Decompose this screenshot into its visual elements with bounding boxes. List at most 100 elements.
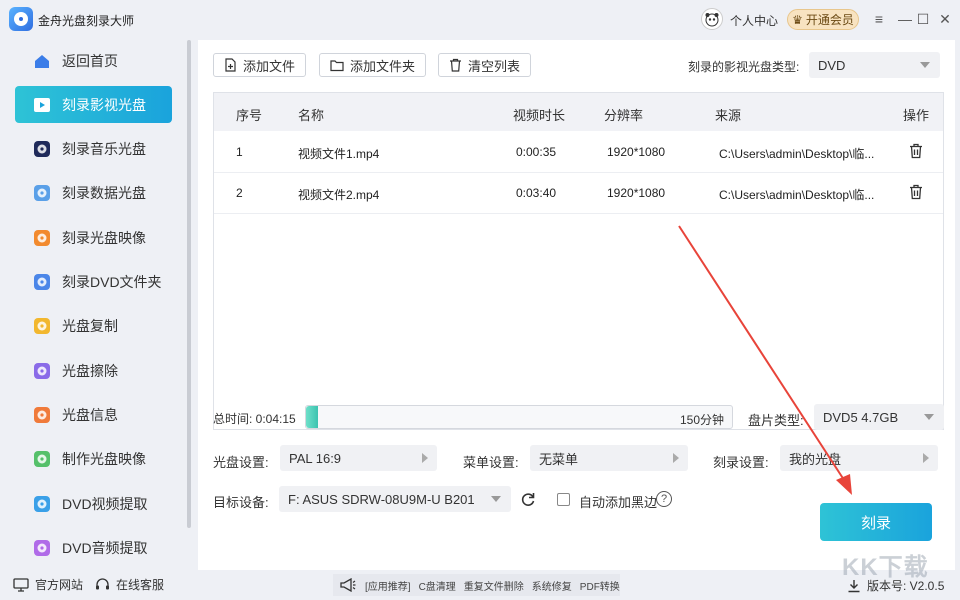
burn-settings-label: 刻录设置: <box>713 455 769 470</box>
menu-icon[interactable]: ≡ <box>869 9 889 29</box>
total-time: 总时间: 0:04:15 <box>213 412 296 426</box>
menu-settings-select[interactable]: 无菜单 <box>530 445 688 471</box>
sidebar-item-label: 刻录影视光盘 <box>62 96 146 113</box>
chevron-right-icon <box>422 453 428 463</box>
target-device-value: F: ASUS SDRW-08U9M-U B201 <box>288 491 475 507</box>
cell-name: 视频文件2.mp4 <box>298 188 380 202</box>
sidebar-item-make-image[interactable]: 制作光盘映像 <box>15 441 172 478</box>
sidebar-item-label: 返回首页 <box>62 52 118 69</box>
promo-bar: [应用推荐] C盘清理 重复文件删除 系统修复 PDF转换 <box>333 574 620 596</box>
disc-settings-value: PAL 16:9 <box>289 450 342 466</box>
burn-button[interactable]: 刻录 <box>820 503 932 541</box>
burn-settings-select[interactable]: 我的光盘 <box>780 445 938 471</box>
sidebar-item-dvd-video-extract[interactable]: DVD视频提取 <box>15 485 172 522</box>
menu-settings-label: 菜单设置: <box>463 455 519 470</box>
disc-media-select[interactable]: DVD5 4.7GB <box>814 404 944 430</box>
sidebar-item-disc-info[interactable]: 光盘信息 <box>15 396 172 433</box>
target-device-select[interactable]: F: ASUS SDRW-08U9M-U B201 <box>279 486 511 512</box>
table-header: 序号 名称 视频时长 分辨率 来源 操作 <box>214 93 943 131</box>
target-device-label: 目标设备: <box>213 495 269 510</box>
burn-settings-value: 我的光盘 <box>789 451 842 467</box>
app-logo-icon <box>9 7 33 31</box>
black-border-label: 自动添加黑边 <box>579 495 658 510</box>
sidebar: 返回首页刻录影视光盘 刻录音乐光盘 刻录数据光盘刻录光盘映像 刻录DVD文件夹光盘复制… <box>0 38 192 570</box>
refresh-icon[interactable] <box>520 491 536 507</box>
disc-image-icon <box>32 228 52 248</box>
close-icon[interactable]: ✕ <box>935 9 955 29</box>
sidebar-item-label: DVD视频提取 <box>62 495 148 512</box>
sidebar-item-label: 制作光盘映像 <box>62 451 146 468</box>
chevron-down-icon <box>924 414 934 420</box>
video-disc-type-select[interactable]: DVD <box>809 52 940 78</box>
sidebar-item-dvd-folder[interactable]: 刻录DVD文件夹 <box>15 264 172 301</box>
chevron-down-icon <box>491 496 501 502</box>
user-avatar[interactable] <box>701 8 723 30</box>
vip-button[interactable]: ♛ 开通会员 <box>787 9 859 30</box>
sidebar-item-data-disc[interactable]: 刻录数据光盘 <box>15 175 172 212</box>
capacity-fill <box>306 406 318 428</box>
chevron-down-icon <box>920 62 930 68</box>
sidebar-item-label: 刻录数据光盘 <box>62 185 146 202</box>
sidebar-item-video-disc[interactable]: 刻录影视光盘 <box>15 86 172 124</box>
sidebar-item-label: 刻录音乐光盘 <box>62 141 146 158</box>
disc-info-icon <box>32 405 52 425</box>
promo-item[interactable]: PDF转换 <box>580 578 620 593</box>
menu-settings-value: 无菜单 <box>539 451 579 467</box>
promo-tag: [应用推荐] <box>365 581 411 593</box>
sidebar-item-label: 光盘擦除 <box>62 362 118 379</box>
sidebar-item-disc-copy[interactable]: 光盘复制 <box>15 308 172 345</box>
add-file-icon <box>225 58 236 72</box>
promo-item[interactable]: 重复文件删除 <box>464 578 524 593</box>
sidebar-item-dvd-audio-extract[interactable]: DVD音频提取 <box>15 529 172 566</box>
monitor-icon <box>13 577 29 592</box>
cell-resolution: 1920*1080 <box>607 145 666 159</box>
main-panel: 添加文件 添加文件夹 清空列表 刻录的影视光盘类型: DVD 序号 名称 视频时… <box>198 40 955 570</box>
user-center-link[interactable]: 个人中心 <box>730 12 778 29</box>
col-resolution: 分辨率 <box>604 108 644 123</box>
help-icon[interactable]: ? <box>656 491 672 507</box>
promo-item[interactable]: C盘清理 <box>419 578 456 593</box>
capacity-text: 150分钟 <box>679 413 724 427</box>
col-source: 来源 <box>715 108 742 123</box>
table-row[interactable]: 1 视频文件1.mp4 0:00:35 1920*1080 C:\Users\admin… <box>214 131 943 173</box>
video-disc-icon <box>32 95 52 115</box>
minimize-icon[interactable]: — <box>895 9 915 29</box>
cell-name: 视频文件1.mp4 <box>298 147 380 161</box>
add-file-button[interactable]: 添加文件 <box>213 53 307 77</box>
video-disc-type-label: 刻录的影视光盘类型: <box>688 60 800 74</box>
sidebar-scrollbar[interactable] <box>187 40 191 528</box>
cell-duration: 0:00:35 <box>516 145 557 159</box>
cell-resolution: 1920*1080 <box>607 186 666 200</box>
footer: 官方网站 在线客服 [应用推荐] C盘清理 重复文件删除 系统修复 PDF转换 … <box>0 570 960 600</box>
delete-row-icon[interactable] <box>909 184 923 200</box>
official-website-link[interactable]: 官方网站 <box>13 576 83 593</box>
table-row[interactable]: 2 视频文件2.mp4 0:03:40 1920*1080 C:\Users\admin… <box>214 172 943 214</box>
black-border-checkbox[interactable] <box>557 493 570 506</box>
disc-media-value: DVD5 4.7GB <box>823 409 899 425</box>
data-disc-icon <box>32 183 52 203</box>
megaphone-icon <box>340 578 356 592</box>
clear-list-button[interactable]: 清空列表 <box>438 53 532 77</box>
sidebar-item-disc-erase[interactable]: 光盘擦除 <box>15 352 172 389</box>
cell-source: C:\Users\admin\Desktop\临... <box>719 188 875 202</box>
dvd-folder-icon <box>32 272 52 292</box>
add-folder-button[interactable]: 添加文件夹 <box>319 53 427 77</box>
sidebar-item-label: 光盘复制 <box>62 318 118 335</box>
delete-row-icon[interactable] <box>909 143 923 159</box>
promo-item[interactable]: 系统修复 <box>532 578 572 593</box>
sidebar-item-disc-image[interactable]: 刻录光盘映像 <box>15 219 172 256</box>
maximize-icon[interactable]: ☐ <box>913 9 933 29</box>
online-service-link[interactable]: 在线客服 <box>95 576 164 593</box>
chevron-right-icon <box>923 453 929 463</box>
col-index: 序号 <box>236 108 263 123</box>
sidebar-item-music-disc[interactable]: 刻录音乐光盘 <box>15 131 172 168</box>
sidebar-item-home[interactable]: 返回首页 <box>15 42 172 79</box>
headset-icon <box>96 577 109 589</box>
dvd-video-extract-icon <box>32 494 52 514</box>
disc-settings-select[interactable]: PAL 16:9 <box>280 445 437 471</box>
video-disc-type-value: DVD <box>818 57 846 73</box>
cell-source: C:\Users\admin\Desktop\临... <box>719 147 875 161</box>
capacity-bar: 150分钟 <box>305 405 733 429</box>
app-title: 金舟光盘刻录大师 <box>38 14 135 28</box>
sidebar-item-label: 光盘信息 <box>62 406 118 423</box>
